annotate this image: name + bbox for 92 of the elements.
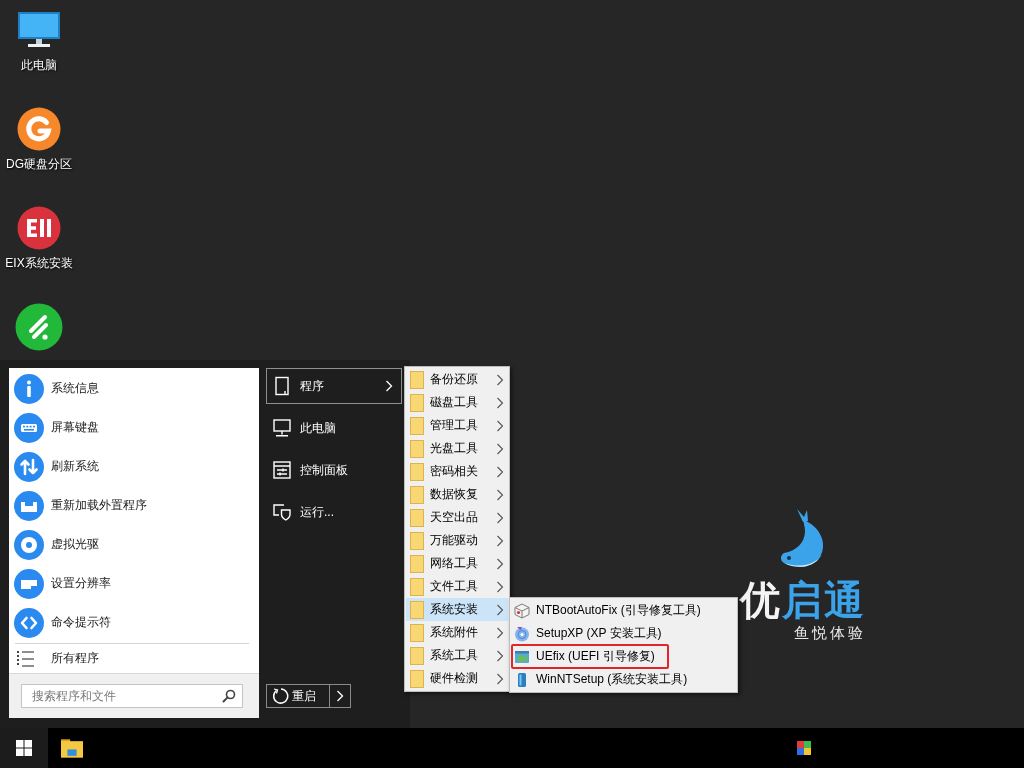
app-window-icon xyxy=(514,648,530,665)
all-programs-item[interactable]: 所有程序 xyxy=(9,644,259,673)
menu-item[interactable]: 系统安装 xyxy=(406,598,508,621)
desktop-icon-label[interactable]: 此电脑 xyxy=(21,58,57,72)
menu-item[interactable]: 控制面板 xyxy=(266,452,402,488)
menu-item[interactable]: 万能驱动 xyxy=(406,529,508,552)
folder-icon xyxy=(410,462,424,481)
power-options-button[interactable] xyxy=(330,684,351,708)
shield-window-icon xyxy=(272,502,292,522)
menu-item[interactable]: SetupXP (XP 安装工具) xyxy=(511,621,676,646)
folder-icon xyxy=(410,669,424,688)
menu-item[interactable]: 刷新系统 xyxy=(9,447,259,486)
chevron-right-icon xyxy=(496,626,504,639)
chevron-right-icon xyxy=(496,396,504,409)
menu-item[interactable]: 重新加载外置程序 xyxy=(9,486,259,525)
eii-logo-icon[interactable] xyxy=(17,206,61,250)
tray-icon xyxy=(14,490,44,521)
folder-icon xyxy=(410,600,424,619)
logo-tagline: 鱼悦体验 xyxy=(794,624,866,643)
search-field[interactable]: 搜索程序和文件 xyxy=(21,684,243,708)
menu-item[interactable]: UEfix (UEFI 引导修复) xyxy=(511,644,669,669)
folder-icon xyxy=(410,439,424,458)
folder-icon xyxy=(410,531,424,550)
monitor-icon[interactable] xyxy=(17,11,61,49)
slashes-logo-icon[interactable] xyxy=(15,303,63,351)
chevron-right-icon xyxy=(496,534,504,547)
menu-item[interactable]: 系统信息 xyxy=(9,369,259,408)
chevron-right-icon xyxy=(496,649,504,662)
menu-item[interactable]: 磁盘工具 xyxy=(406,391,508,414)
disc-icon xyxy=(14,529,44,560)
desktop-icon-label[interactable]: EIX系统安装 xyxy=(5,256,73,270)
menu-item[interactable]: 硬件检测 xyxy=(406,667,508,690)
folder-icon xyxy=(61,738,83,758)
folder-icon xyxy=(410,646,424,665)
menu-item[interactable]: 网络工具 xyxy=(406,552,508,575)
restart-icon xyxy=(271,687,289,705)
cube-icon xyxy=(514,602,530,619)
display-icon xyxy=(14,568,44,599)
monitor-icon xyxy=(272,418,292,438)
folder-icon xyxy=(410,554,424,573)
folder-icon xyxy=(410,485,424,504)
restart-button[interactable]: 重启 xyxy=(266,684,330,708)
g-logo-icon[interactable] xyxy=(17,107,61,151)
folder-icon xyxy=(410,393,424,412)
menu-item[interactable]: NTBootAutoFix (引导修复工具) xyxy=(511,598,715,623)
document-icon xyxy=(272,376,292,396)
code-icon xyxy=(14,607,44,638)
menu-item[interactable]: 程序 xyxy=(266,368,402,404)
info-icon xyxy=(14,373,44,404)
chevron-right-icon xyxy=(496,465,504,478)
chevron-right-icon xyxy=(496,672,504,685)
list-icon xyxy=(16,649,36,668)
folder-icon xyxy=(410,370,424,389)
menu-item[interactable]: 数据恢复 xyxy=(406,483,508,506)
folder-icon xyxy=(410,416,424,435)
chevron-right-icon xyxy=(385,380,393,392)
menu-item[interactable]: 备份还原 xyxy=(406,368,508,391)
keyboard-icon xyxy=(14,412,44,443)
chevron-right-icon xyxy=(496,557,504,570)
menu-item[interactable]: 天空出品 xyxy=(406,506,508,529)
chevron-right-icon xyxy=(336,690,344,702)
chevron-right-icon xyxy=(496,603,504,616)
menu-item[interactable]: 虚拟光驱 xyxy=(9,525,259,564)
chevron-right-icon xyxy=(496,511,504,524)
menu-item[interactable]: 设置分辨率 xyxy=(9,564,259,603)
search-icon[interactable] xyxy=(222,689,236,703)
folder-icon xyxy=(410,508,424,527)
color-squares-icon[interactable] xyxy=(797,741,811,755)
logo-wordmark: 优启通 xyxy=(740,578,866,622)
menu-item[interactable]: 此电脑 xyxy=(266,410,402,446)
chevron-right-icon xyxy=(496,373,504,386)
chevron-right-icon xyxy=(496,419,504,432)
menu-item[interactable]: WinNTSetup (系统安装工具) xyxy=(511,667,702,692)
folder-icon xyxy=(410,577,424,596)
menu-item[interactable]: 系统工具 xyxy=(406,644,508,667)
menu-item[interactable]: 屏幕键盘 xyxy=(9,408,259,447)
desktop-icon-label[interactable]: DG硬盘分区 xyxy=(6,157,72,171)
chevron-right-icon xyxy=(496,442,504,455)
windows-logo-icon xyxy=(16,740,32,756)
chevron-right-icon xyxy=(496,488,504,501)
menu-item[interactable]: 密码相关 xyxy=(406,460,508,483)
menu-item[interactable]: 文件工具 xyxy=(406,575,508,598)
up-down-arrows-icon xyxy=(14,451,44,482)
folder-icon xyxy=(410,623,424,642)
chevron-right-icon xyxy=(496,580,504,593)
menu-item[interactable]: 管理工具 xyxy=(406,414,508,437)
menu-item[interactable]: 光盘工具 xyxy=(406,437,508,460)
menu-item[interactable]: 命令提示符 xyxy=(9,603,259,642)
start-button[interactable] xyxy=(0,728,48,768)
control-panel-icon xyxy=(272,460,292,480)
menu-item[interactable]: 系统附件 xyxy=(406,621,508,644)
menu-item[interactable]: 运行... xyxy=(266,494,402,530)
